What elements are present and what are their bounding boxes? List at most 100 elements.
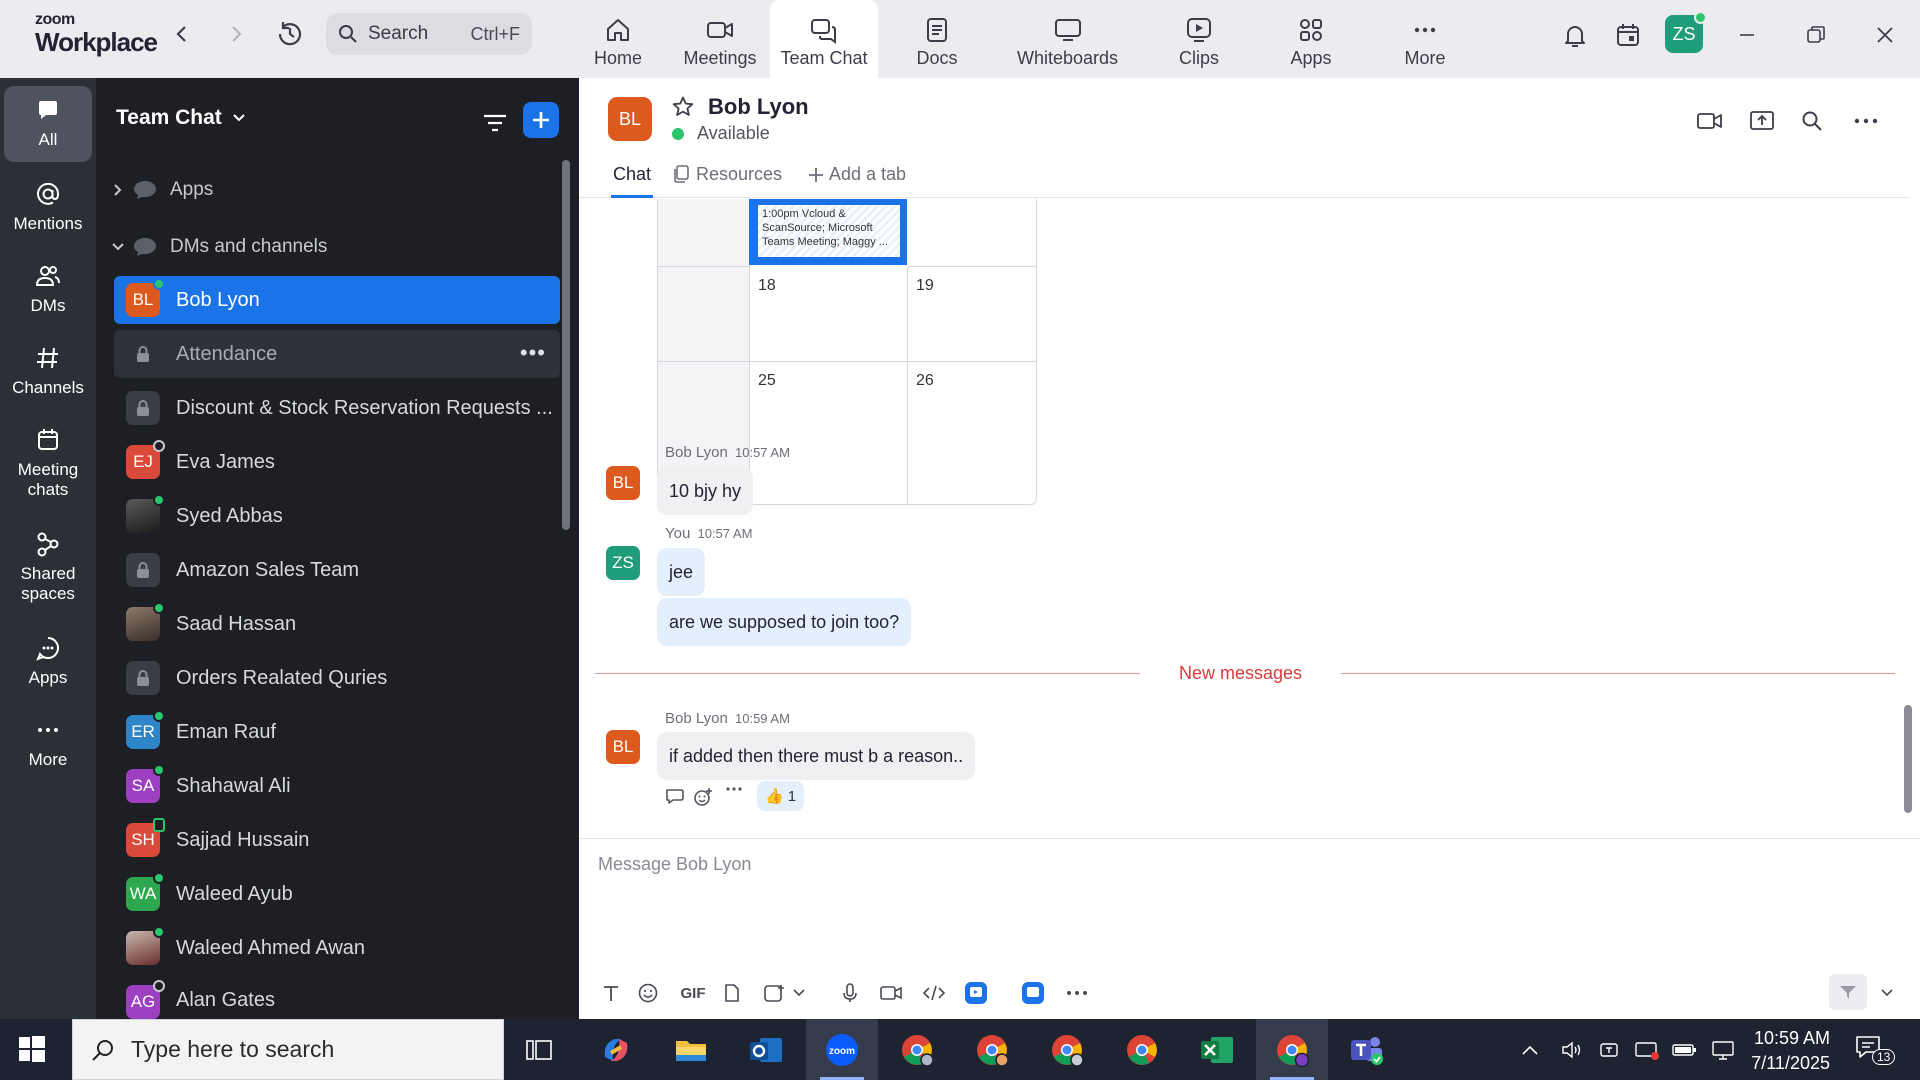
section-apps[interactable]: Apps xyxy=(110,178,213,202)
rail-item-channels[interactable]: Channels xyxy=(4,338,92,408)
speaker-icon[interactable] xyxy=(1560,1039,1584,1061)
forward-arrow-icon[interactable] xyxy=(222,20,250,48)
close-icon[interactable] xyxy=(1868,18,1902,52)
rail-item-dms[interactable]: DMs xyxy=(4,256,92,326)
more-tools-icon[interactable] xyxy=(1062,978,1092,1008)
message-bubble[interactable]: are we supposed to join too? xyxy=(657,598,912,646)
filter-icon[interactable] xyxy=(480,108,510,138)
tab-meetings[interactable]: Meetings xyxy=(666,0,774,78)
list-item-syed-abbas[interactable]: Syed Abbas xyxy=(114,492,560,540)
list-item-saad-hassan[interactable]: Saad Hassan xyxy=(114,600,560,648)
section-dms-channels[interactable]: DMs and channels xyxy=(110,235,327,259)
history-icon[interactable] xyxy=(274,18,306,50)
new-chat-button[interactable] xyxy=(523,102,559,138)
notification-center-icon[interactable]: 13 xyxy=(1854,1033,1896,1066)
excel-icon[interactable] xyxy=(1181,1019,1253,1080)
list-item-orders-related-queries[interactable]: Orders Realated Quries xyxy=(114,654,560,702)
team-chat-dropdown[interactable]: Team Chat xyxy=(116,106,246,130)
rail-item-mentions[interactable]: Mentions xyxy=(4,174,92,244)
taskbar-search-input[interactable]: Type here to search xyxy=(72,1019,504,1080)
chevron-up-icon[interactable] xyxy=(1520,1043,1540,1057)
chat-app-icon[interactable] xyxy=(1018,978,1048,1008)
rail-item-meeting-chats[interactable]: Meeting chats xyxy=(4,420,92,512)
back-arrow-icon[interactable] xyxy=(168,20,196,48)
clips-app-icon[interactable] xyxy=(961,978,991,1008)
emoji-icon[interactable] xyxy=(633,978,663,1008)
notifications-bell-icon[interactable] xyxy=(1558,18,1592,52)
chrome-profile-2-icon[interactable] xyxy=(956,1019,1028,1080)
chat-avatar[interactable]: BL xyxy=(608,97,652,141)
chrome-profile-3-icon[interactable] xyxy=(1031,1019,1103,1080)
list-item-bob-lyon[interactable]: BL Bob Lyon xyxy=(114,276,560,324)
more-options-icon[interactable] xyxy=(1851,106,1881,136)
minimize-icon[interactable] xyxy=(1730,18,1764,52)
video-message-icon[interactable] xyxy=(876,978,906,1008)
outlook-icon[interactable] xyxy=(730,1019,802,1080)
tab-more[interactable]: More xyxy=(1378,0,1472,78)
message-bubble[interactable]: if added then there must b a reason.. xyxy=(657,732,976,780)
list-item-waleed-ayub[interactable]: WA Waleed Ayub xyxy=(114,870,560,918)
chrome-active-icon[interactable] xyxy=(1256,1019,1328,1080)
reply-icon[interactable] xyxy=(664,786,686,806)
battery-icon[interactable] xyxy=(1672,1042,1698,1058)
add-reaction-icon[interactable] xyxy=(692,786,714,808)
message-input[interactable]: Message Bob Lyon xyxy=(598,854,751,875)
list-item-eva-james[interactable]: EJ Eva James xyxy=(114,438,560,486)
search-input[interactable]: Search Ctrl+F xyxy=(326,13,532,55)
message-bubble[interactable]: 10 bjy hy xyxy=(657,467,754,515)
tab-docs[interactable]: Docs xyxy=(890,0,984,78)
list-item-waleed-ahmed-awan[interactable]: Waleed Ahmed Awan xyxy=(114,924,560,972)
tab-apps[interactable]: Apps xyxy=(1264,0,1358,78)
more-options-icon[interactable]: ••• xyxy=(520,340,546,366)
list-item-alan-gates[interactable]: AG Alan Gates xyxy=(114,978,560,1019)
screenshot-icon[interactable] xyxy=(759,978,789,1008)
message-more-icon[interactable] xyxy=(725,786,743,792)
list-item-amazon-sales-team[interactable]: Amazon Sales Team xyxy=(114,546,560,594)
file-icon[interactable] xyxy=(717,978,747,1008)
rail-item-more[interactable]: More xyxy=(4,710,92,780)
format-text-icon[interactable] xyxy=(596,978,626,1008)
star-icon[interactable] xyxy=(671,95,695,124)
list-item-sajjad-hussain[interactable]: SH Sajjad Hussain xyxy=(114,816,560,864)
user-avatar[interactable]: ZS xyxy=(1665,11,1707,53)
message-avatar[interactable]: ZS xyxy=(606,546,640,580)
code-block-icon[interactable] xyxy=(919,978,949,1008)
file-explorer-icon[interactable] xyxy=(655,1019,727,1080)
tab-clips[interactable]: Clips xyxy=(1152,0,1246,78)
rail-item-all[interactable]: All xyxy=(4,86,92,162)
share-screen-icon[interactable] xyxy=(1747,106,1777,136)
reaction-chip[interactable]: 👍 1 xyxy=(757,781,805,811)
rail-item-shared-spaces[interactable]: Shared spaces xyxy=(4,524,92,616)
tab-team-chat[interactable]: Team Chat xyxy=(770,0,878,78)
gif-button[interactable]: GIF xyxy=(673,978,713,1008)
send-button[interactable] xyxy=(1829,974,1867,1010)
copilot-icon[interactable] xyxy=(580,1019,652,1080)
chat-contact-name[interactable]: Bob Lyon xyxy=(708,94,809,120)
zoom-taskbar-icon[interactable]: zoom xyxy=(806,1019,878,1080)
windows-start-icon[interactable] xyxy=(18,1035,46,1068)
rail-item-apps[interactable]: Apps xyxy=(4,628,92,698)
chrome-icon[interactable] xyxy=(1106,1019,1178,1080)
send-options-chevron-icon[interactable] xyxy=(1877,978,1897,1008)
chrome-profile-1-icon[interactable] xyxy=(881,1019,953,1080)
list-item-shahawal-ali[interactable]: SA Shahawal Ali xyxy=(114,762,560,810)
calendar-icon[interactable] xyxy=(1611,18,1645,52)
taskbar-clock[interactable]: 10:59 AM 7/11/2025 xyxy=(1738,1026,1830,1076)
chevron-down-icon[interactable] xyxy=(789,978,809,1008)
task-view-icon[interactable] xyxy=(503,1019,575,1080)
tab-chat[interactable]: Chat xyxy=(611,164,653,198)
message-avatar[interactable]: BL xyxy=(606,466,640,500)
add-tab-button[interactable]: Add a tab xyxy=(807,164,906,198)
chat-scrollbar[interactable] xyxy=(1904,705,1912,813)
list-item-eman-rauf[interactable]: ER Eman Rauf xyxy=(114,708,560,756)
tab-home[interactable]: Home xyxy=(571,0,665,78)
screen-share-tray-icon[interactable] xyxy=(1634,1039,1660,1061)
network-icon[interactable] xyxy=(1710,1039,1736,1061)
message-avatar[interactable]: BL xyxy=(606,730,640,764)
restore-icon[interactable] xyxy=(1799,18,1833,52)
teams-icon[interactable] xyxy=(1331,1019,1403,1080)
video-call-icon[interactable] xyxy=(1695,106,1725,136)
tab-whiteboards[interactable]: Whiteboards xyxy=(1005,0,1130,78)
list-item-attendance[interactable]: Attendance ••• xyxy=(114,330,560,378)
tab-resources[interactable]: Resources xyxy=(671,164,782,198)
